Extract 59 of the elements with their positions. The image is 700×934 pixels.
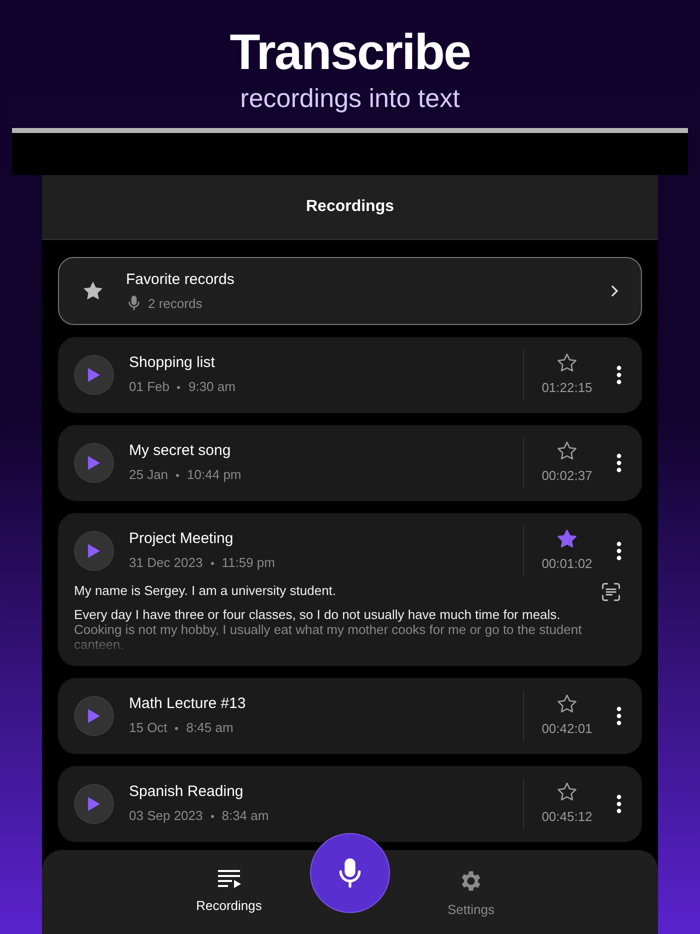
transcript-paragraph: Every day I have three or four classes, so I do not usually have much time for meals. bbox=[74, 607, 562, 622]
recording-time: 8:45 am bbox=[186, 719, 234, 738]
promo-subtitle: recordings into text bbox=[240, 82, 460, 114]
recording-title: My secret song bbox=[129, 441, 232, 462]
recording-title: Project Meeting bbox=[129, 529, 234, 550]
more-icon[interactable] bbox=[616, 365, 622, 385]
promo-title: Transcribe bbox=[230, 24, 470, 80]
play-icon bbox=[87, 708, 101, 724]
transcript-paragraph: My name is Sergey. I am a university student. bbox=[74, 583, 338, 598]
duration: 00:42:01 bbox=[542, 720, 592, 738]
nav-tab[interactable]: Recordings bbox=[184, 850, 274, 916]
play-button[interactable] bbox=[74, 443, 114, 483]
star-icon[interactable] bbox=[556, 781, 578, 804]
recording-time: 11:59 pm bbox=[222, 554, 275, 572]
more-icon[interactable] bbox=[616, 794, 622, 814]
chevron-right-icon bbox=[609, 284, 619, 298]
recording-time: 8:34 am bbox=[222, 807, 269, 826]
header-title: Recordings bbox=[306, 197, 394, 217]
favorites-count: 2 records bbox=[148, 294, 202, 312]
recording-card[interactable]: Math Lecture #13 15 Oct 8:45 am 00:42:01 bbox=[58, 678, 642, 754]
play-icon bbox=[87, 367, 101, 383]
play-icon bbox=[87, 796, 101, 812]
recording-date: 31 Dec 2023 bbox=[129, 554, 203, 572]
more-icon[interactable] bbox=[616, 453, 622, 473]
recording-card[interactable]: My secret song 25 Jan 10:44 pm 00:02:37 bbox=[58, 425, 642, 501]
recording-date: 03 Sep 2023 bbox=[129, 807, 203, 826]
duration: 00:02:37 bbox=[542, 467, 592, 486]
play-icon bbox=[87, 543, 101, 559]
recording-time: 10:44 pm bbox=[187, 466, 242, 484]
favorites-title: Favorite records bbox=[126, 270, 236, 290]
recording-time: 9:30 am bbox=[188, 378, 236, 396]
recording-date: 25 Jan bbox=[129, 466, 168, 484]
star-icon[interactable] bbox=[556, 440, 578, 462]
nav-tab[interactable]: Settings bbox=[426, 850, 516, 920]
star-icon[interactable] bbox=[556, 693, 578, 716]
playlist-icon bbox=[216, 868, 242, 890]
duration: 01:22:15 bbox=[542, 379, 592, 398]
recording-title: Spanish Reading bbox=[129, 782, 244, 802]
transcript-icon[interactable] bbox=[600, 581, 622, 603]
recording-date: 15 Oct bbox=[129, 719, 168, 738]
play-button[interactable] bbox=[74, 355, 114, 395]
star-icon[interactable] bbox=[556, 352, 578, 374]
duration: 00:45:12 bbox=[542, 808, 592, 826]
recording-date: 01 Feb bbox=[129, 378, 170, 396]
microphone-icon bbox=[126, 295, 142, 312]
favorites-card[interactable]: Favorite records 2 records bbox=[58, 257, 642, 325]
more-icon[interactable] bbox=[616, 541, 622, 561]
play-button[interactable] bbox=[74, 784, 114, 824]
filled-star-icon[interactable] bbox=[556, 528, 578, 550]
recording-card[interactable]: Spanish Reading 03 Sep 2023 8:34 am 00:45:12 bbox=[58, 766, 642, 842]
play-button[interactable] bbox=[74, 696, 114, 736]
play-button[interactable] bbox=[74, 531, 114, 571]
recording-title: Shopping list bbox=[129, 353, 216, 374]
duration: 00:01:02 bbox=[542, 555, 592, 574]
more-icon[interactable] bbox=[616, 706, 622, 726]
recording-card[interactable]: Shopping list 01 Feb 9:30 am 01:22:15 bbox=[58, 337, 642, 413]
recording-card[interactable] bbox=[58, 513, 642, 666]
play-icon bbox=[87, 455, 101, 471]
recording-title: Math Lecture #13 bbox=[129, 694, 247, 714]
